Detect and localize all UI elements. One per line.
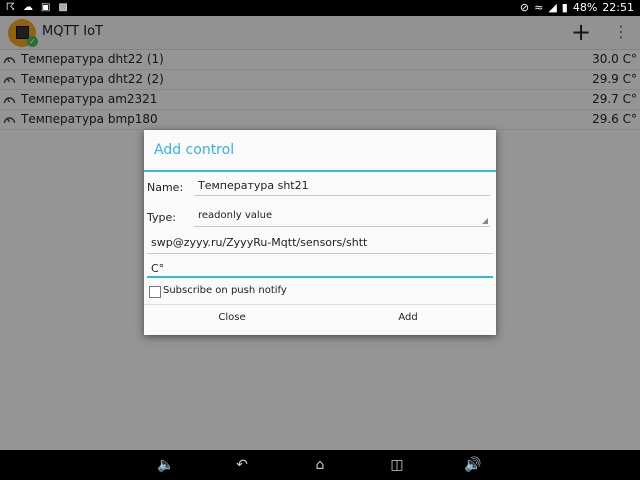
subscribe-label: Subscribe on push notify	[163, 285, 287, 296]
dialog-title: Add control	[154, 142, 235, 158]
name-field-value: Температура sht21	[198, 179, 309, 192]
image-icon: ▣	[40, 2, 51, 13]
dialog-title-divider	[144, 170, 496, 172]
status-bar-system: ⊘ ≈ ◢ ▮ 48% 22:51	[520, 1, 634, 14]
android-debug-icon: ▩	[58, 2, 68, 13]
clock: 22:51	[602, 1, 634, 14]
type-spinner[interactable]: readonly value	[194, 210, 490, 227]
usb-icon: ☈	[6, 2, 15, 13]
type-spinner-value: readonly value	[198, 210, 273, 221]
spinner-arrow-icon	[482, 218, 488, 224]
topic-field[interactable]: swp@zyyy.ru/ZyyyRu-Mqtt/sensors/shtt	[147, 236, 493, 254]
navigation-bar: 🔈 ↶ ⌂ ◫ 🔊	[0, 450, 640, 480]
status-bar-notifications: ☈ ☁ ▣ ▩	[6, 2, 68, 13]
close-button[interactable]: Close	[144, 306, 320, 335]
volume-down-icon[interactable]: 🔈	[154, 456, 178, 474]
back-icon[interactable]: ↶	[230, 456, 254, 474]
subscribe-checkbox[interactable]	[149, 286, 161, 298]
battery-percent: 48%	[572, 1, 598, 14]
topic-field-value: swp@zyyy.ru/ZyyyRu-Mqtt/sensors/shtt	[151, 236, 368, 249]
no-sound-icon: ⊘	[519, 1, 530, 14]
unit-field[interactable]: C°	[147, 262, 493, 278]
name-field[interactable]: Температура sht21	[194, 179, 490, 196]
volume-up-icon[interactable]: 🔊	[461, 456, 485, 474]
wifi-icon: ≈	[534, 1, 544, 14]
recent-apps-icon[interactable]: ◫	[385, 456, 409, 474]
cloud-upload-icon: ☁	[22, 2, 33, 13]
unit-field-value: C°	[151, 262, 165, 275]
add-confirm-button[interactable]: Add	[320, 306, 496, 335]
signal-icon: ◢	[548, 1, 557, 14]
name-label: Name:	[147, 181, 184, 194]
type-label: Type:	[147, 211, 176, 224]
battery-icon: ▮	[561, 1, 568, 14]
status-bar: ☈ ☁ ▣ ▩ ⊘ ≈ ◢ ▮ 48% 22:51	[0, 0, 640, 16]
button-bar-divider	[144, 304, 496, 305]
home-icon[interactable]: ⌂	[308, 456, 332, 474]
add-control-dialog: Add control Name: Температура sht21 Type…	[144, 130, 496, 335]
